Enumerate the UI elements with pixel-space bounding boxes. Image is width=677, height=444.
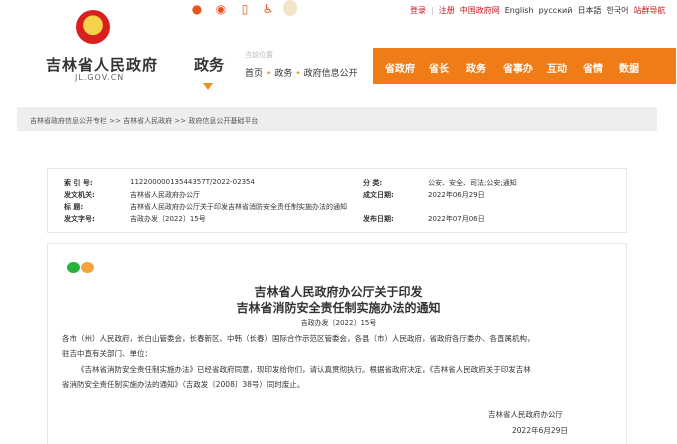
russian-link[interactable]: русский (539, 6, 573, 15)
breadcrumb: 首页 • 政务 • 政府信息公开 (245, 66, 358, 79)
nav-item-governor[interactable]: 省长 (429, 60, 449, 75)
category-value: 公安、安全、司法;公安;通知 (428, 179, 517, 187)
elder-mode-icon[interactable] (283, 0, 297, 16)
register-link[interactable]: 注册 (439, 6, 455, 15)
site-title[interactable]: 吉林省人民政府 (46, 54, 158, 75)
japanese-link[interactable]: 日本語 (577, 6, 601, 15)
mobile-icon[interactable]: ▯ (238, 2, 252, 16)
breadcrumb-politics[interactable]: 政务 (274, 69, 292, 79)
breadcrumb-dot-icon: • (266, 69, 272, 79)
login-link[interactable]: 登录 (410, 6, 426, 15)
korean-link[interactable]: 한국어 (606, 6, 628, 15)
nav-item-data[interactable]: 数据 (619, 60, 639, 75)
login-register-separator: | (431, 6, 434, 15)
accessibility-icon[interactable]: ♿ (261, 2, 275, 16)
written-date-value: 2022年06月29日 (428, 191, 485, 199)
paragraph-1-line-2: 驻吉中直有关部门、单位： (62, 349, 152, 358)
wechat-share-icon[interactable] (67, 262, 80, 273)
section-title: 政务 (194, 56, 225, 74)
breadcrumb-home[interactable]: 首页 (245, 69, 263, 79)
weibo-share-icon[interactable] (81, 262, 94, 273)
nav-item-province-info[interactable]: 省情 (583, 60, 603, 75)
breadcrumb-dot-icon: • (295, 69, 301, 79)
signature-org: 吉林省人民政府办公厅 (488, 410, 563, 419)
path-breadcrumb[interactable]: 吉林省政府信息公开专栏 >> 吉林省人民政府 >> 政府信息公开基础平台 (30, 116, 258, 126)
breadcrumb-info-disclosure[interactable]: 政府信息公开 (304, 69, 358, 79)
weibo-icon[interactable]: ● (190, 2, 204, 16)
nav-item-interaction[interactable]: 互动 (547, 60, 567, 75)
nav-item-affairs-office[interactable]: 省事办 (503, 60, 533, 75)
index-value: 11220000013544357T/2022-02354 (130, 178, 255, 186)
doc-number-label: 发文字号: (64, 215, 95, 223)
site-url: JL.GOV.CN (75, 73, 125, 82)
nav-item-politics[interactable]: 政务 (466, 60, 486, 75)
category-label: 分 类: (363, 179, 383, 187)
site-nav-link[interactable]: 站群导航 (634, 6, 666, 15)
wechat-icon[interactable]: ◉ (214, 2, 228, 16)
issuer-value: 吉林省人民政府办公厅 (130, 191, 200, 199)
article-title-line2: 吉林省消防安全责任制实施办法的通知 (236, 301, 441, 315)
paragraph-2-line-2: 省消防安全责任制实施办法的通知》（吉政发〔2008〕38号）同时废止。 (62, 380, 305, 389)
title-value: 吉林省人民政府办公厅关于印发吉林省消防安全责任制实施办法的通知 (130, 203, 347, 211)
title-label: 标 题: (64, 203, 84, 211)
paragraph-1-line-1: 各市（州）人民政府，长白山管委会，长春新区、中韩（长春）国际合作示范区管委会，各… (62, 334, 535, 343)
paragraph-2-line-1: 《吉林省消防安全责任制实施办法》已经省政府同意，现印发给你们，请认真贯彻执行。根… (77, 365, 531, 374)
publish-date-label: 发布日期: (363, 215, 394, 223)
signature-date: 2022年6月29日 (512, 426, 568, 435)
article-doc-number: 吉政办发〔2022〕15号 (300, 319, 377, 327)
section-arrow-icon (203, 83, 213, 90)
china-gov-link[interactable]: 中国政府网 (460, 6, 500, 15)
doc-number-value: 吉政办发〔2022〕15号 (130, 215, 206, 223)
top-links: 登录 | 注册 中国政府网 English русский 日本語 한국어 站群导航 (410, 5, 671, 17)
article-title-line1: 吉林省人民政府办公厅关于印发 (254, 285, 423, 299)
written-date-label: 成文日期: (363, 191, 394, 199)
index-label: 索 引 号: (64, 179, 93, 187)
english-link[interactable]: English (505, 6, 534, 15)
national-emblem-logo[interactable] (76, 10, 110, 44)
issuer-label: 发文机关: (64, 191, 95, 199)
publish-date-value: 2022年07月06日 (428, 215, 485, 223)
nav-item-province-gov[interactable]: 省政府 (385, 60, 415, 75)
location-label: 当前位置 (245, 51, 273, 59)
main-nav: 省政府 省长 政务 省事办 互动 省情 数据 (373, 48, 676, 84)
